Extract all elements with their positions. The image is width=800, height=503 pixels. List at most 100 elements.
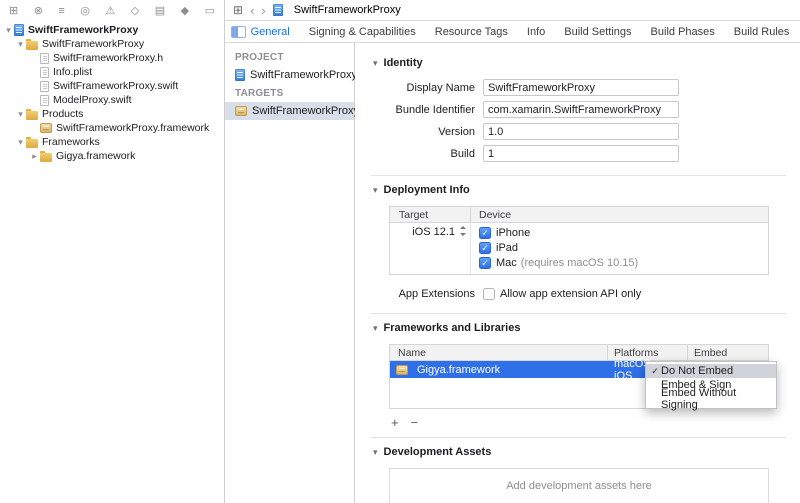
section-title: Identity [383,57,423,69]
name-column-header: Name [390,345,608,360]
section-disclosure-icon[interactable] [373,186,378,195]
jump-bar-title[interactable]: SwiftFrameworkProxy [294,4,401,16]
find-navigator-icon[interactable]: ◎ [80,5,90,17]
bundle-identifier-label: Bundle Identifier [395,103,476,116]
device-label: iPhone [496,226,531,239]
issue-navigator-icon[interactable]: ⚠ [105,5,115,17]
tab-resource-tags[interactable]: Resource Tags [435,26,508,38]
menu-item-do-not-embed[interactable]: ✓ Do Not Embed [646,364,776,378]
ios-version-value: iOS 12.1 [412,226,455,238]
menu-item-label: Embed Without Signing [661,387,737,411]
project-navigator-icon[interactable]: ⊞ [9,5,18,17]
framework-icon [40,123,52,133]
framework-folder-icon [40,150,52,162]
tree-item-header-file[interactable]: SwiftFrameworkProxy.h [0,51,224,65]
ipad-checkbox[interactable] [479,241,491,254]
section-disclosure-icon[interactable] [373,324,378,333]
tree-item-gigya-framework[interactable]: Gigya.framework [0,149,224,163]
editor-body: PROJECT SwiftFrameworkProxy TARGETS Swif… [225,43,800,503]
sidebar-toggle-icon[interactable] [231,25,246,38]
tree-item-label: Products [42,108,84,120]
plist-file-icon [40,66,49,78]
iphone-checkbox[interactable] [479,226,491,239]
breakpoint-navigator-icon[interactable]: ◆ [181,5,189,17]
section-title: Frameworks and Libraries [383,322,521,334]
tree-item-group[interactable]: SwiftFrameworkProxy [0,37,224,51]
disclosure-triangle-icon[interactable] [15,138,26,147]
section-disclosure-icon[interactable] [373,59,378,68]
device-row-mac: Mac (requires macOS 10.15) [479,255,768,270]
bundle-identifier-input[interactable] [483,101,679,118]
target-column-header: Target [390,207,471,222]
disclosure-triangle-icon[interactable] [15,110,26,119]
identity-section: Identity Display Name Bundle Identifier … [371,49,786,175]
swift-file-icon [40,94,49,106]
device-row-iphone: iPhone [479,225,768,240]
tab-build-settings[interactable]: Build Settings [564,26,631,38]
related-items-icon[interactable]: ⊞ [233,3,243,17]
tree-item-project-root[interactable]: SwiftFrameworkProxy [0,23,224,37]
framework-icon [396,364,408,375]
project-group-header: PROJECT [235,52,284,63]
embed-column-header: Embed [694,346,728,359]
symbol-navigator-icon[interactable]: ≡ [58,5,64,17]
tree-item-plist-file[interactable]: Info.plist [0,65,224,79]
source-control-icon[interactable]: ⊗ [34,5,43,17]
project-doc-icon [272,4,283,16]
app-extension-option-label: Allow app extension API only [500,288,642,300]
version-label: Version [438,125,475,138]
version-input[interactable] [483,123,679,140]
disclosure-triangle-icon[interactable] [3,26,14,35]
tree-item-label: SwiftFrameworkProxy.framework [56,122,210,134]
tab-build-rules[interactable]: Build Rules [734,26,790,38]
framework-name: Gigya.framework [417,363,501,376]
tab-info[interactable]: Info [527,26,545,38]
framework-target-icon [235,106,247,116]
device-column-header: Device [479,208,512,221]
disclosure-triangle-icon[interactable] [15,40,26,49]
menu-item-embed-without-signing[interactable]: Embed Without Signing [646,387,776,411]
test-navigator-icon[interactable]: ◇ [131,5,139,17]
device-row-ipad: iPad [479,240,768,255]
folder-icon [26,108,38,120]
jump-bar: ⊞ SwiftFrameworkProxy [225,0,800,21]
editor-tab-bar: General Signing & Capabilities Resource … [225,21,800,43]
debug-navigator-icon[interactable]: ▤ [155,5,165,17]
app-extension-checkbox[interactable] [483,288,495,300]
report-navigator-icon[interactable]: ▭ [205,5,215,17]
section-title: Deployment Info [383,184,470,196]
navigator-toolbar: ⊞ ⊗ ≡ ◎ ⚠ ◇ ▤ ◆ ▭ [0,0,224,22]
mac-checkbox[interactable] [479,256,491,269]
settings-tabs: General Signing & Capabilities Resource … [246,26,794,38]
build-input[interactable] [483,145,679,162]
display-name-input[interactable] [483,79,679,96]
project-targets-panel: PROJECT SwiftFrameworkProxy TARGETS Swif… [225,43,359,503]
tree-item-frameworks-group[interactable]: Frameworks [0,135,224,149]
tree-item-swift-file[interactable]: ModelProxy.swift [0,93,224,107]
section-disclosure-icon[interactable] [373,448,378,457]
frameworks-section: Frameworks and Libraries Name Platforms … [371,313,786,437]
back-chevron-icon[interactable] [250,4,254,17]
project-item[interactable]: SwiftFrameworkProxy [225,66,357,84]
project-navigator: ⊞ ⊗ ≡ ◎ ⚠ ◇ ▤ ◆ ▭ SwiftFrameworkProxy Sw… [0,0,225,503]
forward-chevron-icon[interactable] [261,4,265,17]
display-name-label: Display Name [406,81,475,94]
tree-item-framework-product[interactable]: SwiftFrameworkProxy.framework [0,121,224,135]
header-file-icon [40,52,49,64]
add-framework-button[interactable]: + [391,416,399,429]
stepper-icon[interactable] [459,226,467,236]
tree-item-swift-file[interactable]: SwiftFrameworkProxy.swift [0,79,224,93]
disclosure-triangle-icon[interactable] [29,152,40,161]
target-item-selected[interactable]: SwiftFrameworkProxy [225,102,359,120]
device-label: iPad [496,241,519,254]
tab-general[interactable]: General [251,26,290,38]
remove-framework-button[interactable]: − [411,416,419,429]
editor-area: ⊞ SwiftFrameworkProxy General Signing & … [225,0,800,503]
mac-requirement-note: (requires macOS 10.15) [520,256,639,269]
tab-build-phases[interactable]: Build Phases [651,26,715,38]
tree-item-products-group[interactable]: Products [0,107,224,121]
dev-assets-empty-area: Add development assets here [389,468,769,503]
deployment-info-section: Deployment Info Target Device iOS 12.1 [371,175,786,313]
tab-signing-capabilities[interactable]: Signing & Capabilities [309,26,416,38]
folder-icon [26,136,38,148]
